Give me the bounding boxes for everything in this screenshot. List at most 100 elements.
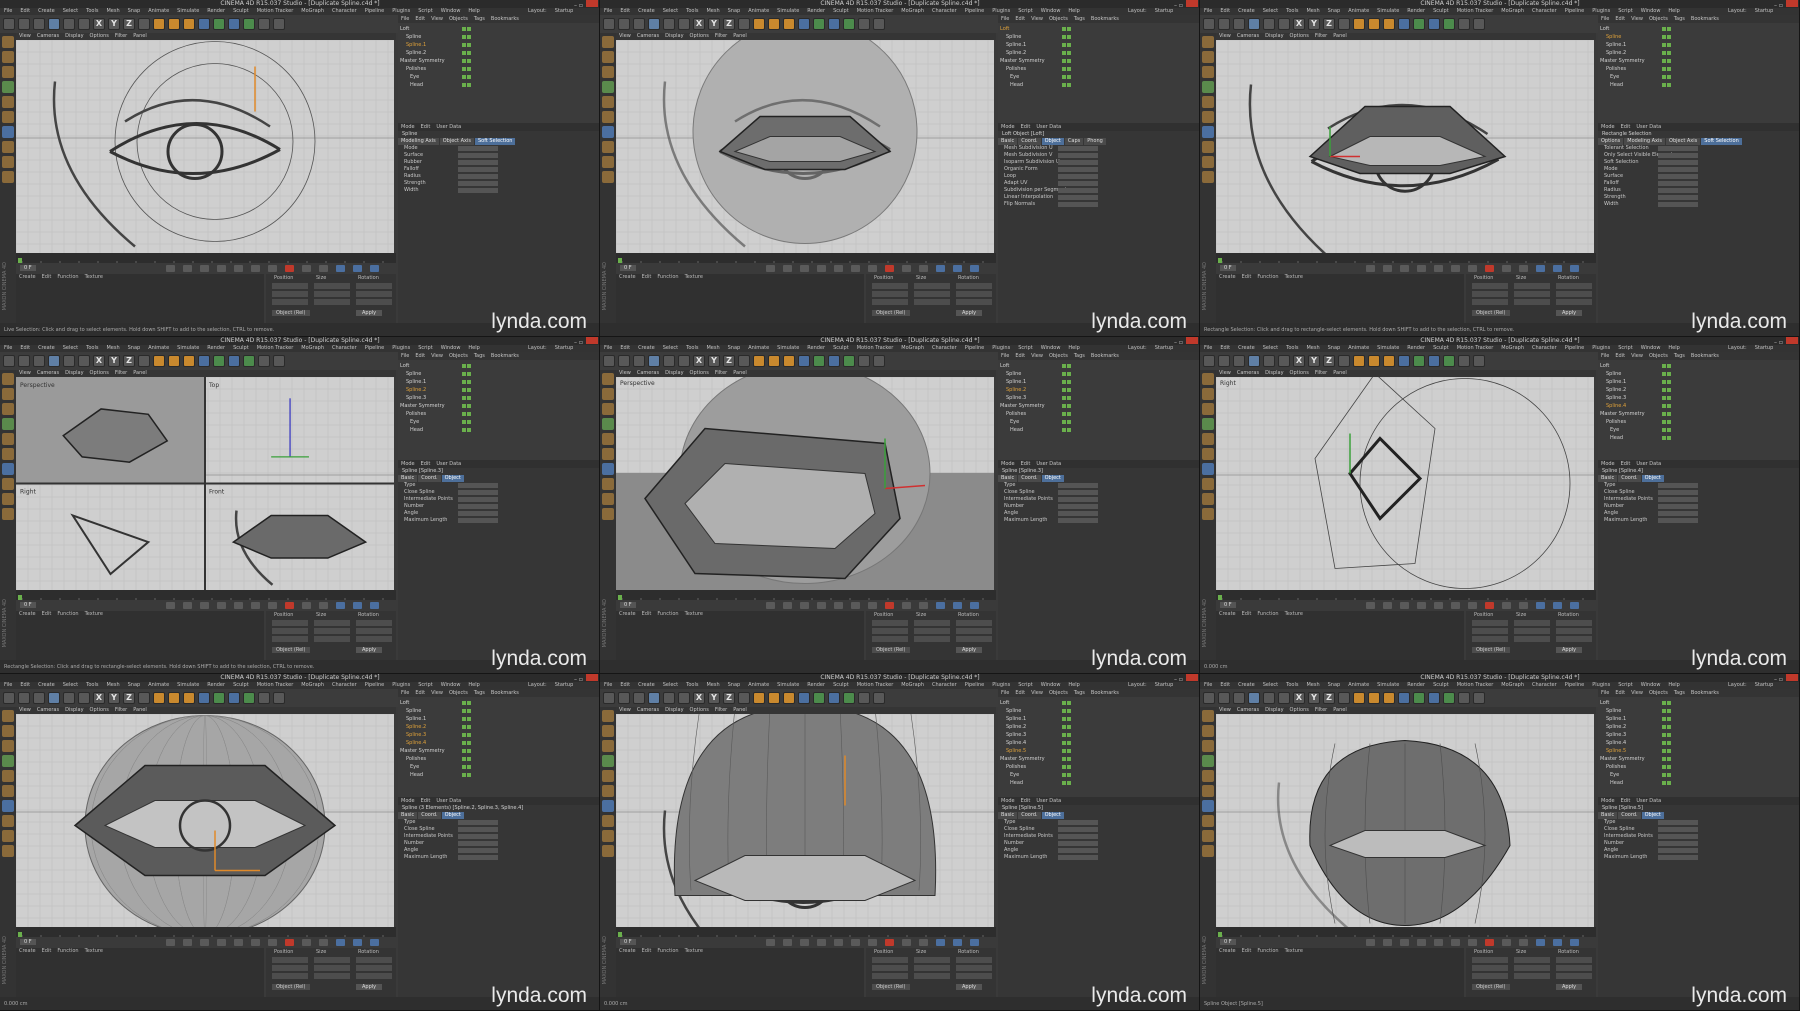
object-row[interactable]: Spline.4: [1000, 739, 1198, 747]
array-icon[interactable]: [843, 355, 855, 367]
visibility-toggles[interactable]: [462, 403, 476, 408]
coord-field[interactable]: [956, 620, 992, 626]
visibility-toggles[interactable]: [1062, 363, 1076, 368]
cube-icon[interactable]: [1398, 18, 1410, 30]
next-frame-icon[interactable]: [234, 939, 243, 946]
3d-viewport[interactable]: [1216, 40, 1594, 253]
cube-icon[interactable]: [198, 355, 210, 367]
menu-item-animate[interactable]: Animate: [748, 345, 769, 351]
menu-item-window[interactable]: Window: [441, 682, 461, 688]
prev-frame-icon[interactable]: [800, 939, 809, 946]
attribute-menu-user-data[interactable]: User Data: [436, 461, 461, 467]
material-menu-edit[interactable]: Edit: [42, 948, 52, 954]
edit-render-settings-icon[interactable]: [783, 692, 795, 704]
pen-icon[interactable]: [813, 692, 825, 704]
polygons-mode-icon[interactable]: [602, 463, 614, 475]
object-row[interactable]: Master Symmetry: [400, 57, 598, 65]
menu-item-create[interactable]: Create: [638, 345, 655, 351]
close-icon[interactable]: [586, 337, 598, 344]
position-key-icon[interactable]: [1536, 265, 1545, 272]
viewport-menu-display[interactable]: Display: [665, 707, 683, 713]
points-mode-icon[interactable]: [1202, 96, 1214, 108]
visibility-toggles[interactable]: [462, 740, 476, 745]
coord-field[interactable]: [956, 957, 992, 963]
y-axis-icon[interactable]: Y: [708, 692, 720, 704]
record-icon[interactable]: [285, 265, 294, 272]
pen-icon[interactable]: [813, 355, 825, 367]
position-key-icon[interactable]: [936, 602, 945, 609]
tab-basic[interactable]: Basic: [1598, 475, 1618, 482]
menu-item-render[interactable]: Render: [807, 682, 825, 688]
object-menu-objects[interactable]: Objects: [449, 353, 468, 359]
play-icon[interactable]: [1417, 265, 1426, 272]
next-key-icon[interactable]: [251, 602, 260, 609]
tab-coord-[interactable]: Coord.: [1018, 475, 1041, 482]
visibility-toggles[interactable]: [1662, 427, 1676, 432]
viewport-menu-cameras[interactable]: Cameras: [37, 33, 59, 39]
redo-icon[interactable]: [1218, 692, 1230, 704]
scale-icon[interactable]: [1263, 692, 1275, 704]
cube-icon[interactable]: [1398, 355, 1410, 367]
menu-item-render[interactable]: Render: [1407, 345, 1425, 351]
frame-field[interactable]: 0 F: [1220, 265, 1236, 271]
menu-item-tools[interactable]: Tools: [1286, 8, 1298, 14]
layout-selector[interactable]: Layout: Startup: [1724, 345, 1777, 352]
viewport-menu-filter[interactable]: Filter: [1315, 707, 1327, 713]
visibility-toggles[interactable]: [462, 772, 476, 777]
attribute-menu-edit[interactable]: Edit: [1021, 124, 1031, 130]
object-row[interactable]: Loft: [400, 362, 598, 370]
coord-field[interactable]: [272, 636, 308, 642]
next-key-icon[interactable]: [851, 939, 860, 946]
object-row[interactable]: Polishes: [1600, 65, 1798, 73]
undo-icon[interactable]: [1203, 692, 1215, 704]
scale-icon[interactable]: [1263, 355, 1275, 367]
visibility-toggles[interactable]: [1062, 708, 1076, 713]
x-axis-icon[interactable]: X: [693, 355, 705, 367]
menu-item-file[interactable]: File: [604, 345, 612, 351]
attribute-menu-mode[interactable]: Mode: [401, 798, 415, 804]
object-menu-edit[interactable]: Edit: [415, 353, 425, 359]
camera-icon[interactable]: [258, 355, 270, 367]
visibility-toggles[interactable]: [462, 26, 476, 31]
object-menu-view[interactable]: View: [1031, 16, 1043, 22]
coord-field[interactable]: [1514, 283, 1550, 289]
coord-field[interactable]: [956, 628, 992, 634]
coord-field[interactable]: [314, 283, 350, 289]
menu-item-snap[interactable]: Snap: [728, 345, 741, 351]
texture-mode-icon[interactable]: [602, 403, 614, 415]
timeline-ruler[interactable]: [616, 253, 996, 268]
axis-mode-icon[interactable]: [2, 418, 14, 430]
material-menu-texture[interactable]: Texture: [1285, 948, 1303, 954]
edges-mode-icon[interactable]: [2, 785, 14, 797]
coord-field[interactable]: [1514, 291, 1550, 297]
object-menu-bookmarks[interactable]: Bookmarks: [1091, 353, 1119, 359]
object-menu-file[interactable]: File: [1601, 690, 1609, 696]
attribute-field[interactable]: [1658, 167, 1698, 172]
visibility-toggles[interactable]: [1062, 50, 1076, 55]
viewport-menu-display[interactable]: Display: [1265, 707, 1283, 713]
prev-key-icon[interactable]: [783, 602, 792, 609]
coord-field[interactable]: [872, 620, 908, 626]
object-menu-edit[interactable]: Edit: [1615, 16, 1625, 22]
coord-field[interactable]: [1556, 957, 1592, 963]
object-menu-bookmarks[interactable]: Bookmarks: [1691, 353, 1719, 359]
menu-item-mesh[interactable]: Mesh: [106, 682, 119, 688]
camera-icon[interactable]: [858, 18, 870, 30]
menu-item-sculpt[interactable]: Sculpt: [233, 8, 249, 14]
object-row[interactable]: Master Symmetry: [1600, 755, 1798, 763]
coord-field[interactable]: [1556, 628, 1592, 634]
render-picture-viewer-icon[interactable]: [168, 692, 180, 704]
coord-field[interactable]: [1514, 636, 1550, 642]
coord-field[interactable]: [914, 299, 950, 305]
attribute-field[interactable]: [458, 483, 498, 488]
menu-item-simulate[interactable]: Simulate: [177, 682, 199, 688]
viewport-canvas[interactable]: [1216, 40, 1594, 253]
snap-icon[interactable]: [2, 478, 14, 490]
menu-item-snap[interactable]: Snap: [128, 682, 141, 688]
menu-item-window[interactable]: Window: [441, 8, 461, 14]
menu-item-tools[interactable]: Tools: [686, 345, 698, 351]
menu-item-render[interactable]: Render: [1407, 682, 1425, 688]
3d-viewport[interactable]: [1216, 714, 1594, 927]
menu-item-tools[interactable]: Tools: [86, 682, 98, 688]
viewport-canvas[interactable]: [616, 40, 994, 253]
